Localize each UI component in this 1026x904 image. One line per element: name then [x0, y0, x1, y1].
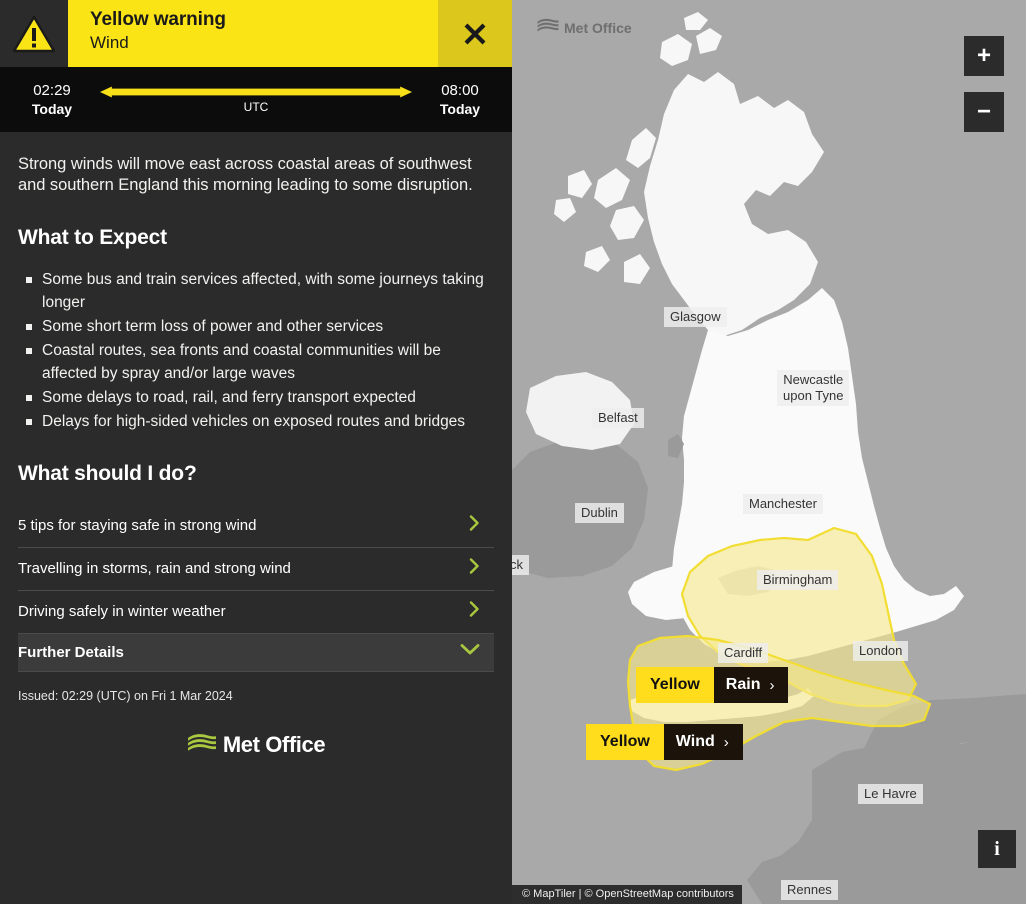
warning-body: Strong winds will move east across coast… [0, 132, 512, 758]
what-to-expect-heading: What to Expect [18, 226, 167, 249]
chevron-right-icon [469, 601, 490, 622]
further-details-label: Further Details [18, 643, 124, 661]
list-item: Some delays to road, rail, and ferry tra… [18, 386, 494, 409]
list-item: Delays for high-sided vehicles on expose… [18, 410, 494, 433]
badge-type-label: Wind [675, 733, 715, 750]
warning-summary-text: Strong winds will move east across coast… [18, 155, 473, 194]
badge-type: Rain › [713, 667, 789, 703]
close-icon [464, 23, 486, 44]
basemap-geometry [512, 0, 1026, 904]
close-button[interactable] [438, 0, 512, 67]
further-details-accordion[interactable]: Further Details [18, 634, 494, 672]
timeline-end-day: Today [439, 101, 481, 117]
warning-timeline: 02:29 Today UTC 08:00 Today [0, 67, 512, 132]
badge-severity-label: Yellow [636, 667, 714, 703]
met-office-wave-icon [187, 733, 217, 758]
timeline-timezone-label: UTC [243, 99, 269, 114]
chevron-right-icon [469, 515, 490, 536]
list-item: Some short term loss of power and other … [18, 315, 494, 338]
advice-links-list: 5 tips for staying safe in strong wind T… [18, 505, 494, 672]
advice-link-travelling-in-storms[interactable]: Travelling in storms, rain and strong wi… [18, 548, 494, 591]
badge-type: Wind › [663, 724, 743, 760]
what-should-i-do-heading: What should I do? [18, 462, 197, 485]
warning-map[interactable]: Met Office + − Glasgow Newcastle upon Ty… [512, 0, 1026, 904]
warning-hazard-type: Wind [90, 33, 129, 52]
warning-badge-wind[interactable]: Yellow Wind › [586, 724, 743, 760]
chevron-right-icon: › [723, 733, 729, 751]
badge-severity-label: Yellow [586, 724, 664, 760]
warning-header: Yellow warning Wind [0, 0, 512, 67]
list-item: Some bus and train services affected, wi… [18, 268, 494, 314]
advice-link-label: Driving safely in winter weather [18, 603, 226, 620]
map-info-button[interactable]: i [978, 830, 1016, 868]
chevron-right-icon: › [769, 676, 775, 694]
badge-type-label: Rain [725, 676, 761, 693]
warning-detail-panel: Yellow warning Wind 02:29 Today UTC 08:0… [0, 0, 512, 904]
met-office-logo: Met Office [18, 703, 494, 758]
zoom-out-button[interactable]: − [964, 92, 1004, 132]
advice-link-label: 5 tips for staying safe in strong wind [18, 517, 257, 534]
met-office-wordmark: Met Office [222, 732, 326, 757]
warning-badge-rain[interactable]: Yellow Rain › [636, 667, 789, 703]
advice-link-driving-winter[interactable]: Driving safely in winter weather [18, 591, 494, 634]
timeline-bar: UTC [92, 77, 420, 123]
timeline-start-time: 02:29 [33, 82, 71, 99]
chevron-right-icon [469, 558, 490, 579]
advice-link-strong-wind-tips[interactable]: 5 tips for staying safe in strong wind [18, 505, 494, 548]
what-to-expect-list: Some bus and train services affected, wi… [18, 268, 494, 433]
timeline-end-time: 08:00 [441, 82, 479, 99]
issued-timestamp: Issued: 02:29 (UTC) on Fri 1 Mar 2024 [18, 689, 233, 703]
timeline-end: 08:00 Today [420, 81, 500, 118]
warning-triangle-icon [0, 0, 68, 67]
chevron-down-icon [460, 643, 490, 661]
met-office-warning-app: Yellow warning Wind 02:29 Today UTC 08:0… [0, 0, 1026, 904]
zoom-in-button[interactable]: + [964, 36, 1004, 76]
map-zoom-controls: + − [964, 36, 1004, 148]
list-item: Coastal routes, sea fronts and coastal c… [18, 339, 494, 385]
advice-link-label: Travelling in storms, rain and strong wi… [18, 560, 291, 577]
timeline-start-day: Today [31, 101, 73, 117]
timeline-start: 02:29 Today [12, 81, 92, 118]
warning-severity-title: Yellow warning [90, 9, 226, 30]
warning-title-group: Yellow warning Wind [68, 0, 438, 67]
